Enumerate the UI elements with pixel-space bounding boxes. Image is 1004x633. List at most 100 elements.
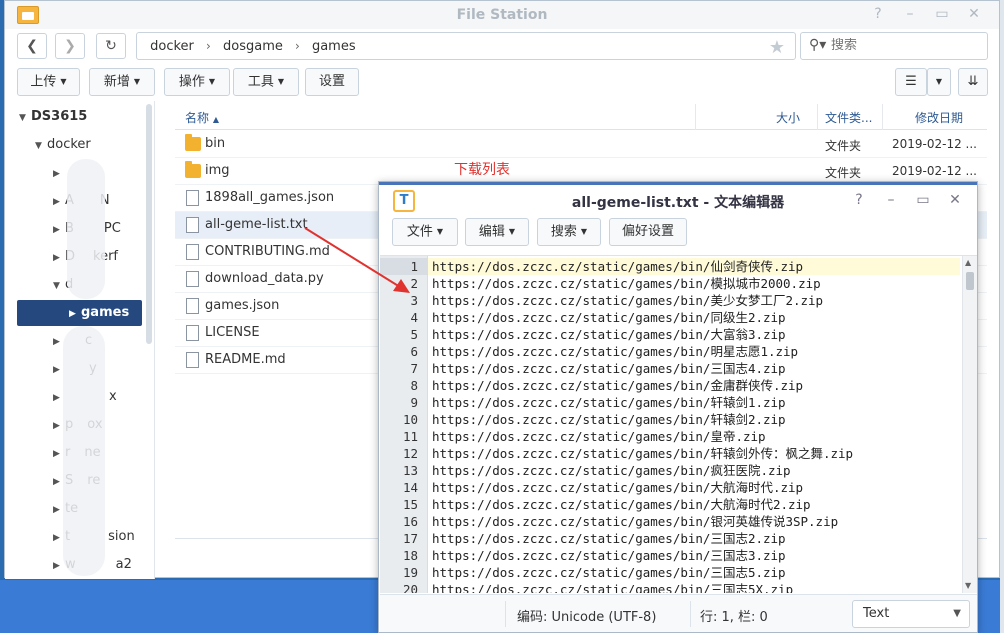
- text-line[interactable]: 19 https://dos.zczc.cz/static/games/bin/三…: [380, 564, 960, 581]
- text-line[interactable]: 17 https://dos.zczc.cz/static/games/bin/三…: [380, 530, 960, 547]
- file-row[interactable]: bin 文件夹 2019-02-12 ...: [175, 131, 987, 158]
- file-menu-button[interactable]: 文件 ▼: [392, 218, 458, 246]
- edit-menu-label: 编辑: [478, 224, 505, 240]
- window-title: File Station: [456, 7, 548, 23]
- text-line-current[interactable]: 1 https://dos.zczc.cz/static/games/bin/仙剑…: [380, 258, 960, 275]
- text-editor-window: T all-geme-list.txt - 文本编辑器 ? – ▭ ✕ 文件 ▼ …: [378, 181, 978, 633]
- text-line[interactable]: 12 https://dos.zczc.cz/static/games/bin/轩…: [380, 445, 960, 462]
- text-editor-titlebar[interactable]: T all-geme-list.txt - 文本编辑器 ? – ▭ ✕: [379, 182, 977, 218]
- text-line[interactable]: 2 https://dos.zczc.cz/static/games/bin/模拟…: [380, 275, 960, 292]
- line-number: 4: [410, 310, 418, 325]
- caret-down-icon: ▼: [580, 227, 588, 236]
- file-name: LICENSE: [205, 325, 260, 340]
- column-type[interactable]: 文件类...: [825, 109, 872, 126]
- text-line[interactable]: 11 https://dos.zczc.cz/static/games/bin/皇…: [380, 428, 960, 445]
- file-station-titlebar[interactable]: File Station ? – ▭ ✕: [5, 1, 999, 29]
- tree-item-label: sion: [108, 529, 135, 544]
- tree-item-games[interactable]: ▶ games: [69, 302, 129, 324]
- caret-right-icon: ▶: [53, 197, 60, 207]
- column-modified[interactable]: 修改日期: [915, 109, 963, 126]
- syntax-mode-select[interactable]: Text ▼: [852, 600, 970, 628]
- line-number: 19: [402, 565, 418, 580]
- minimize-icon[interactable]: –: [883, 191, 899, 209]
- line-text: https://dos.zczc.cz/static/games/bin/大富翁…: [432, 327, 786, 342]
- column-divider[interactable]: [817, 104, 818, 130]
- action-button[interactable]: 操作 ▼: [164, 68, 230, 96]
- text-line[interactable]: 9 https://dos.zczc.cz/static/games/bin/轩辕…: [380, 394, 960, 411]
- search-menu-button[interactable]: 搜索 ▼: [537, 218, 601, 246]
- maximize-icon[interactable]: ▭: [915, 191, 931, 209]
- caret-down-icon: ▼: [208, 77, 216, 86]
- preferences-button[interactable]: 偏好设置: [609, 218, 687, 246]
- help-icon[interactable]: ?: [869, 5, 887, 23]
- text-line[interactable]: 3 https://dos.zczc.cz/static/games/bin/美少…: [380, 292, 960, 309]
- tree-root[interactable]: ▼ DS3615: [19, 106, 87, 128]
- text-line[interactable]: 13 https://dos.zczc.cz/static/games/bin/疯…: [380, 462, 960, 479]
- caret-down-icon: ▼: [53, 281, 60, 291]
- back-button[interactable]: ❮: [17, 33, 47, 59]
- close-icon[interactable]: ✕: [965, 5, 983, 23]
- file-icon: [186, 298, 199, 314]
- editor-scrollbar[interactable]: ▲ ▼: [962, 256, 977, 593]
- sort-button[interactable]: ⇊: [958, 68, 988, 96]
- maximize-icon[interactable]: ▭: [933, 5, 951, 23]
- close-icon[interactable]: ✕: [947, 191, 963, 209]
- text-line[interactable]: 16 https://dos.zczc.cz/static/games/bin/银…: [380, 513, 960, 530]
- status-divider: [690, 601, 691, 627]
- scroll-down-icon[interactable]: ▼: [965, 581, 971, 590]
- forward-button[interactable]: ❯: [55, 33, 85, 59]
- help-icon[interactable]: ?: [851, 191, 867, 209]
- text-line[interactable]: 8 https://dos.zczc.cz/static/games/bin/金庸…: [380, 377, 960, 394]
- minimize-icon[interactable]: –: [901, 5, 919, 23]
- scroll-up-icon[interactable]: ▲: [965, 258, 971, 267]
- edit-menu-button[interactable]: 编辑 ▼: [465, 218, 529, 246]
- sidebar-scrollbar[interactable]: [146, 104, 152, 344]
- path-segment[interactable]: docker: [150, 39, 194, 54]
- path-segment[interactable]: dosgame: [223, 39, 283, 54]
- text-line[interactable]: 5 https://dos.zczc.cz/static/games/bin/大富…: [380, 326, 960, 343]
- editor-window-controls: ? – ▭ ✕: [851, 191, 963, 209]
- line-number: 9: [410, 395, 418, 410]
- view-dropdown-button[interactable]: ▼: [927, 68, 951, 96]
- line-number: 20: [402, 582, 418, 593]
- line-text: https://dos.zczc.cz/static/games/bin/三国志…: [432, 361, 786, 376]
- text-line[interactable]: 10 https://dos.zczc.cz/static/games/bin/轩…: [380, 411, 960, 428]
- favorite-star-icon[interactable]: ★: [769, 37, 785, 58]
- refresh-button[interactable]: ↻: [96, 33, 126, 59]
- text-line[interactable]: 4 https://dos.zczc.cz/static/games/bin/同级…: [380, 309, 960, 326]
- text-line[interactable]: 20 https://dos.zczc.cz/static/games/bin/三…: [380, 581, 960, 593]
- text-editor-content[interactable]: 1 https://dos.zczc.cz/static/games/bin/仙剑…: [380, 255, 977, 593]
- path-segment[interactable]: games: [312, 39, 356, 54]
- upload-label: 上传: [30, 74, 57, 90]
- caret-down-icon: ▼: [133, 77, 141, 86]
- tree-item-docker[interactable]: ▼ docker: [35, 134, 91, 156]
- line-number: 10: [402, 412, 418, 427]
- text-line[interactable]: 7 https://dos.zczc.cz/static/games/bin/三国…: [380, 360, 960, 377]
- column-size[interactable]: 大小: [776, 109, 800, 126]
- text-line[interactable]: 15 https://dos.zczc.cz/static/games/bin/大…: [380, 496, 960, 513]
- search-box[interactable]: ⚲▾: [800, 32, 988, 60]
- column-divider[interactable]: [695, 104, 696, 130]
- new-button[interactable]: 新增 ▼: [89, 68, 155, 96]
- tree-item[interactable]: ▶: [53, 162, 65, 184]
- column-divider[interactable]: [882, 104, 883, 130]
- tree-item-label: PC: [103, 221, 121, 236]
- path-bar[interactable]: docker › dosgame › games ★: [136, 32, 796, 60]
- tools-button[interactable]: 工具 ▼: [233, 68, 299, 96]
- upload-button[interactable]: 上传 ▼: [17, 68, 80, 96]
- text-line[interactable]: 14 https://dos.zczc.cz/static/games/bin/大…: [380, 479, 960, 496]
- search-input[interactable]: [831, 38, 981, 53]
- file-name: README.md: [205, 352, 286, 367]
- line-text: https://dos.zczc.cz/static/games/bin/皇帝.…: [432, 429, 766, 444]
- column-name[interactable]: 名称 ▲: [185, 109, 219, 126]
- search-menu-label: 搜索: [550, 224, 577, 240]
- file-name: all-geme-list.txt: [205, 217, 308, 232]
- text-line[interactable]: 18 https://dos.zczc.cz/static/games/bin/三…: [380, 547, 960, 564]
- scrollbar-thumb[interactable]: [966, 272, 974, 290]
- line-number: 8: [410, 378, 418, 393]
- list-view-button[interactable]: ☰: [895, 68, 927, 96]
- text-line[interactable]: 6 https://dos.zczc.cz/static/games/bin/明星…: [380, 343, 960, 360]
- settings-button[interactable]: 设置: [305, 68, 359, 96]
- file-icon: [186, 352, 199, 368]
- tree-item-label: a2: [115, 557, 132, 572]
